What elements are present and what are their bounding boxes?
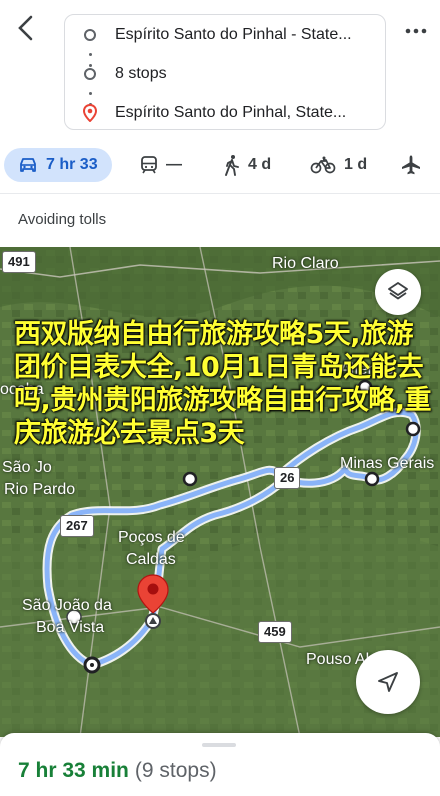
back-button[interactable]: [10, 10, 42, 46]
place-pocos: Poços de: [118, 529, 185, 546]
overlay-caption: 西双版纳自由行旅游攻略5天,旅游团价目表大全,10月1日青岛还能去吗,贵州贵阳旅…: [14, 319, 432, 449]
road-shield-491: 491: [2, 251, 36, 273]
destination-pin-icon: [83, 104, 97, 122]
more-options-button[interactable]: [398, 22, 434, 42]
bike-icon: [310, 156, 336, 174]
origin-circle-icon: [84, 29, 96, 41]
map-layers-button[interactable]: [375, 269, 421, 315]
route-summary-sheet[interactable]: 7 hr 33 min (9 stops): [0, 733, 440, 796]
layers-icon: [388, 282, 408, 300]
route-header: Espírito Santo do Pinhal - State... 8 st…: [0, 0, 440, 140]
plane-icon: [402, 155, 420, 175]
place-rio-pardo: Rio Pardo: [4, 481, 76, 498]
place-minas-gerais: Minas Gerais: [340, 455, 435, 472]
origin-text: Espírito Santo do Pinhal - State...: [115, 26, 352, 43]
origin-row[interactable]: Espírito Santo do Pinhal - State...: [65, 19, 387, 51]
route-waypoints-card: Espírito Santo do Pinhal - State... 8 st…: [64, 14, 386, 130]
place-rio-claro: Rio Claro: [272, 255, 339, 272]
walk-icon: [225, 155, 239, 176]
car-icon: [20, 158, 36, 172]
navigation-arrow-icon: [378, 672, 398, 692]
destination-map-pin-icon: [137, 574, 169, 629]
place-caldas: Caldas: [126, 551, 176, 568]
tab-walk[interactable]: 4 d: [224, 148, 271, 182]
tab-bike-label: 1 d: [344, 156, 368, 173]
stops-circle-icon: [84, 68, 96, 80]
place-boa-vista: Boa Vista: [36, 619, 105, 636]
recenter-button[interactable]: [356, 650, 420, 714]
road-shield-459: 459: [258, 621, 292, 643]
destination-text: Espírito Santo do Pinhal, State...: [115, 104, 347, 121]
place-sao-jose: São Jo: [2, 459, 52, 476]
tab-transit-label: —: [166, 156, 182, 173]
tab-drive[interactable]: 7 hr 33: [4, 148, 112, 182]
stops-text: 8 stops: [115, 65, 167, 82]
tab-flight[interactable]: [400, 148, 422, 182]
tab-transit[interactable]: —: [140, 148, 182, 182]
divider: [0, 193, 440, 194]
road-shield-26: 26: [274, 467, 301, 489]
tab-bike[interactable]: 1 d: [310, 148, 367, 182]
travel-mode-tabs: 7 hr 33 — 4 d 1 d: [0, 144, 440, 188]
train-icon: [141, 156, 157, 174]
tab-walk-label: 4 d: [248, 156, 272, 173]
back-arrow-icon: [18, 15, 33, 41]
route-duration: 7 hr 33 min: [18, 759, 129, 782]
route-stop-count: (9 stops): [134, 759, 217, 782]
destination-row[interactable]: Espírito Santo do Pinhal, State...: [65, 97, 387, 129]
stops-row[interactable]: 8 stops: [65, 58, 387, 90]
place-sao-joao: São João da: [22, 597, 112, 614]
route-options-text[interactable]: Avoiding tolls: [18, 211, 106, 228]
route-summary: 7 hr 33 min (9 stops): [18, 759, 217, 783]
sheet-drag-handle[interactable]: [202, 743, 236, 747]
tab-drive-label: 7 hr 33: [46, 156, 98, 173]
more-dots-icon: [405, 28, 427, 34]
road-shield-267: 267: [60, 515, 94, 537]
